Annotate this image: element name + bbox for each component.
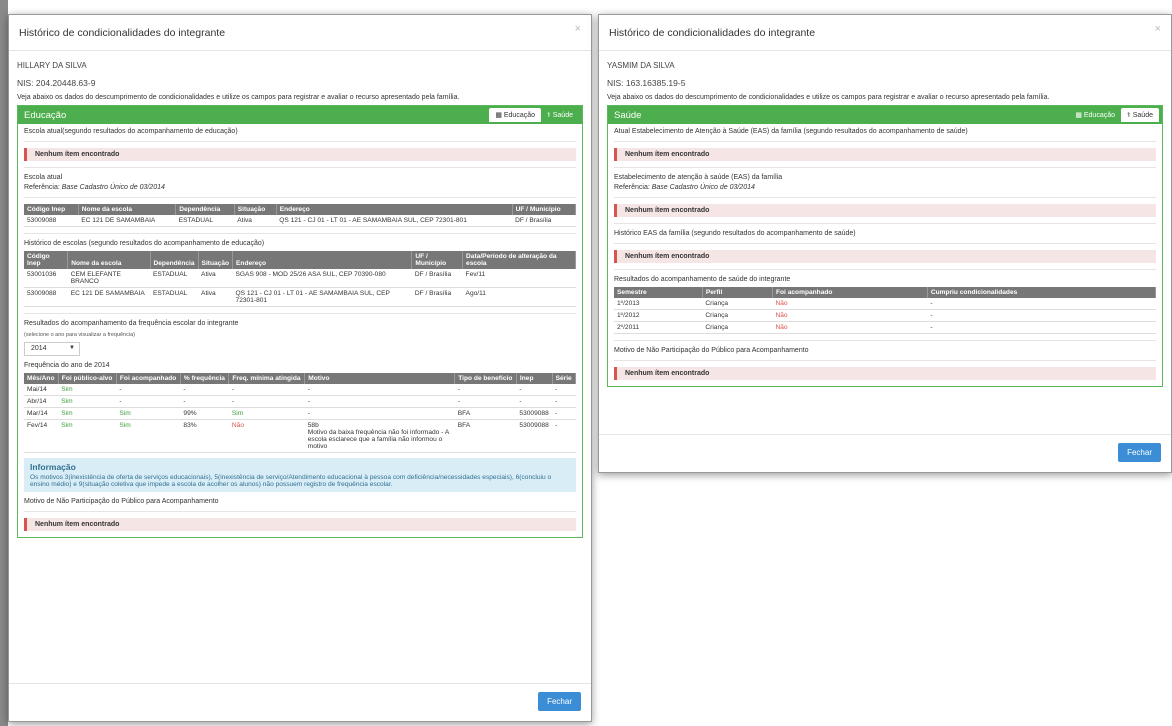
table-row: Abr/14 Sim - - - - - - - [24,395,576,408]
table-header: Código Inep [24,204,79,215]
intro-text: Veja abaixo os dados do descumprimento d… [607,94,1050,101]
info-box: Informação Os motivos 3(inexistência de … [24,458,576,492]
table-row: Mar/14 Sim Sim 99% Sim - BFA 53009088 - [24,407,576,420]
no-items-alert: Nenhum ítem encontrado [24,518,576,531]
table-header: Situação [198,251,234,269]
close-button[interactable]: Fechar [1118,443,1161,462]
table-row: 2º/2011 Criança Não - [614,321,1156,334]
table-header: Série [552,373,577,384]
table-header: Cumpriu condicionalidades [927,287,1157,298]
table-header: Motivo [304,373,456,384]
health-results-table: Semestre Perfil Foi acompanhado Cumpriu … [614,287,1157,334]
education-modal: Histórico de condicionalidades do integr… [8,14,592,722]
school-history-table: Código Inep Nome da escola Dependência S… [24,251,576,307]
table-header: Dependência [175,204,235,215]
section-attendance-results: Resultados do acompanhamento da frequênc… [24,320,239,327]
table-row: 1º/2012 Criança Não - [614,309,1156,322]
table-row: 53009088 EC 121 DE SAMAMBAIA ESTADUAL At… [24,215,576,227]
table-row: Mai/14 Sim - - - - - - - [24,384,576,396]
no-items-alert: Nenhum ítem encontrado [614,367,1156,380]
table-header: Foi acompanhado [772,287,928,298]
table-header: Data/Período de alteração da escola [462,251,576,269]
section-eas-family: Estabelecimento de atenção à saúde (EAS)… [614,174,783,181]
caret-down-icon: ▼ [69,345,75,351]
close-icon[interactable]: × [1155,23,1161,35]
modal-title: Histórico de condicionalidades do integr… [19,27,226,39]
table-row: Fev/14 Sim Sim 83% Não 58b Motivo da bai… [24,419,576,453]
no-items-alert: Nenhum ítem encontrado [24,148,576,161]
reference: Referência: Base Cadastro Único de 03/20… [24,184,165,191]
year-select[interactable]: 2014 ▼ [24,342,80,356]
table-row: 53009088 EC 121 DE SAMAMBAIA ESTADUAL At… [24,287,576,307]
table-header: Semestre [614,287,703,298]
table-header: UF / Município [512,204,577,215]
table-header: Endereço [232,251,413,269]
table-header: Perfil [702,287,774,298]
panel-title: Educação [24,110,67,121]
table-header: Dependência [150,251,199,269]
table-header: Tipo de benefício [454,373,517,384]
attendance-table: Mês/Ano Foi público-alvo Foi acompanhado… [24,373,577,453]
table-row: 53001036 CEM ELEFANTE BRANCO ESTADUAL At… [24,269,576,288]
table-row: 1º/2013 Criança Não - [614,298,1156,310]
no-items-alert: Nenhum ítem encontrado [614,148,1156,161]
no-items-alert: Nenhum ítem encontrado [614,250,1156,263]
person-name: YASMIM DA SILVA [607,61,675,70]
nis-number: NIS: 204.20448.63-9 [17,78,96,88]
section-school-cadastro: Escola atual [24,174,63,181]
tab-health[interactable]: ⚕ Saúde [541,108,579,122]
table-header: Mês/Ano [24,373,59,384]
section-current-eas: Atual Estabelecimento de Atenção à Saúde… [614,128,968,135]
health-modal: Histórico de condicionalidades do integr… [598,14,1172,473]
table-header: % frequência [180,373,230,384]
page-backdrop [0,0,8,726]
table-header: Nome da escola [67,251,151,269]
modal-header: Histórico de condicionalidades do integr… [599,15,1171,51]
info-text: Os motivos 3(inexistência de oferta de s… [30,474,552,488]
modal-footer: Fechar [9,683,591,721]
reference: Referência: Base Cadastro Único de 03/20… [614,184,755,191]
table-header: Nome da escola [78,204,177,215]
tab-education[interactable]: ▦ Educação [489,108,542,122]
no-items-alert: Nenhum ítem encontrado [614,204,1156,217]
table-header: Inep [516,373,553,384]
section-non-participation: Motivo de Não Participação do Público pa… [24,498,219,505]
table-header: Foi acompanhado [116,373,181,384]
table-header: UF / Município [411,251,464,269]
current-school-table: Código Inep Nome da escola Dependência S… [24,204,577,227]
section-non-participation: Motivo de Não Participação do Público pa… [614,347,809,354]
book-icon: ▦ [495,112,504,119]
close-button[interactable]: Fechar [538,692,581,711]
tab-education[interactable]: ▦ Educação [1069,108,1121,122]
section-health-results: Resultados do acompanhamento de saúde do… [614,276,791,283]
person-name: HILLARY DA SILVA [17,61,87,70]
intro-text: Veja abaixo os dados do descumprimento d… [17,94,460,101]
nis-number: NIS: 163.16385.19-5 [607,78,686,88]
table-header: Código Inep [24,251,69,269]
modal-header: Histórico de condicionalidades do integr… [9,15,591,51]
table-header: Freq. mínima atingida [228,373,306,384]
modal-title: Histórico de condicionalidades do integr… [609,27,816,39]
close-icon[interactable]: × [575,23,581,35]
education-panel: Educação ▦ Educação ⚕ Saúde Escola atual… [17,105,583,538]
info-title: Informação [30,462,76,472]
section-current-school: Escola atual(segundo resultados do acomp… [24,128,238,135]
section-attendance-year: Frequência do ano de 2014 [24,362,110,369]
table-header: Endereço [276,204,513,215]
tab-health[interactable]: ⚕ Saúde [1121,108,1159,122]
table-header: Situação [234,204,277,215]
book-icon: ▦ [1075,112,1084,119]
year-hint: (selecione o ano para visualizar a frequ… [24,332,135,338]
panel-title: Saúde [614,110,642,121]
section-eas-history: Histórico EAS da família (segundo result… [614,230,856,237]
section-school-history: Histórico de escolas (segundo resultados… [24,240,265,247]
modal-footer: Fechar [599,434,1171,472]
table-header: Foi público-alvo [58,373,117,384]
health-panel: Saúde ▦ Educação ⚕ Saúde Atual Estabelec… [607,105,1163,387]
